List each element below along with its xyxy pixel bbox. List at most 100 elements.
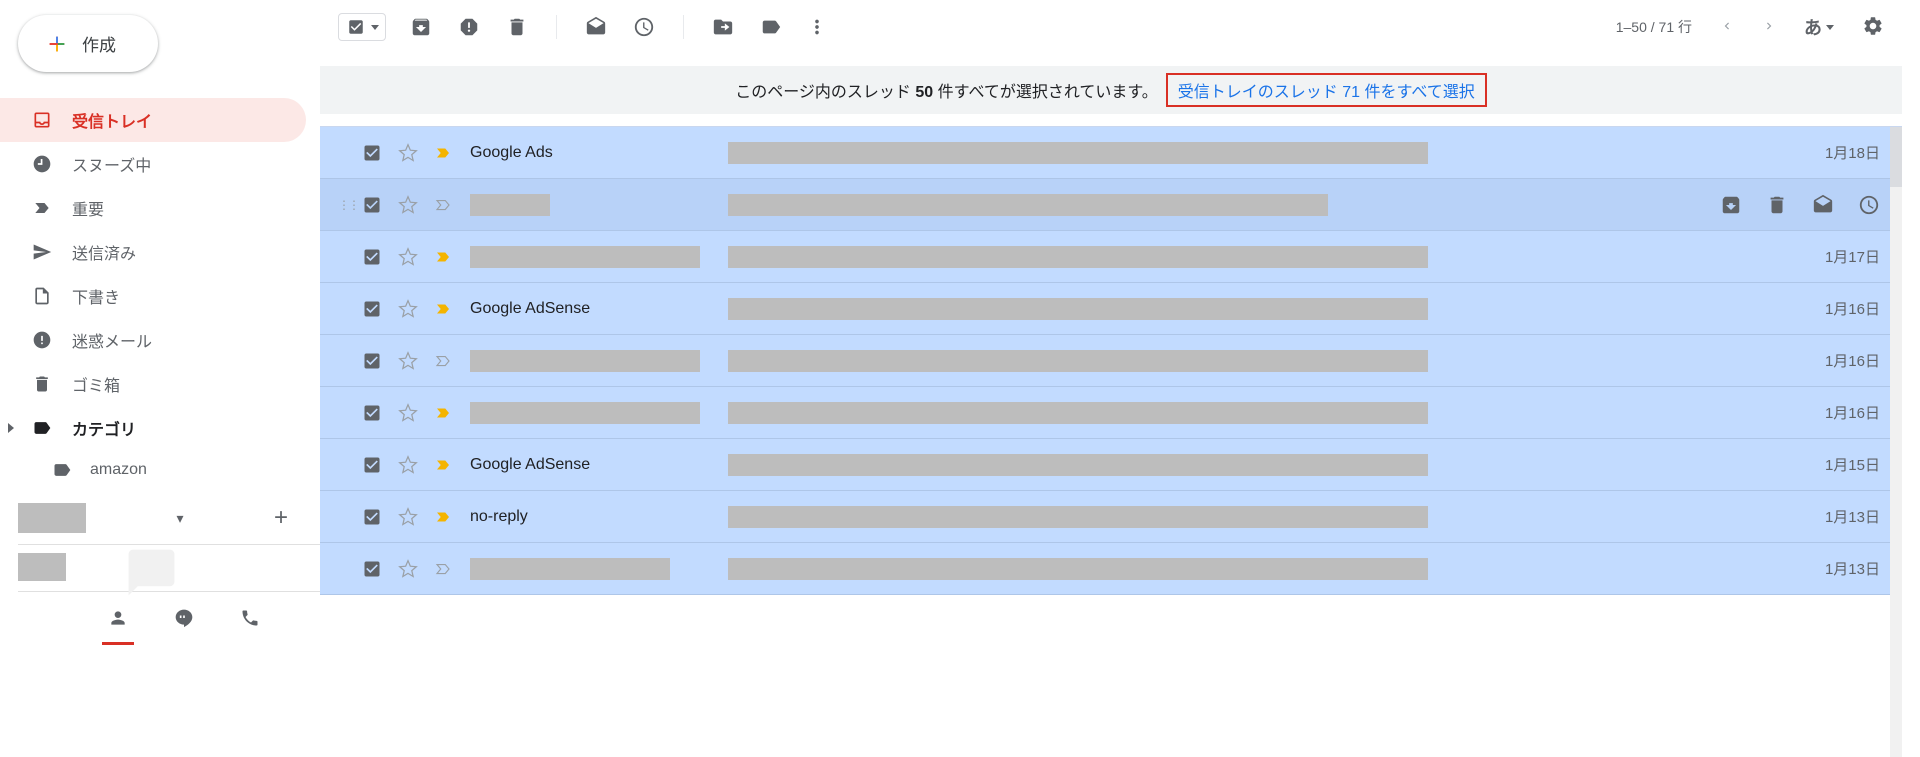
- select-all-dropdown[interactable]: [338, 13, 386, 41]
- new-chat-button[interactable]: +: [274, 504, 288, 532]
- importance-marker-icon[interactable]: [434, 404, 452, 422]
- mail-row[interactable]: ⋮⋮1月13日: [320, 543, 1902, 595]
- star-icon[interactable]: [398, 299, 418, 319]
- report-spam-icon[interactable]: [458, 16, 480, 38]
- spam-icon: [32, 330, 52, 350]
- drag-handle-icon[interactable]: ⋮⋮: [338, 198, 358, 212]
- importance-marker-icon[interactable]: [434, 248, 452, 266]
- input-tools-button[interactable]: あ: [1804, 14, 1834, 40]
- file-icon: [32, 286, 52, 306]
- star-icon[interactable]: [398, 351, 418, 371]
- prev-page-button[interactable]: [1720, 19, 1734, 36]
- star-icon[interactable]: [398, 559, 418, 579]
- star-icon[interactable]: [398, 403, 418, 423]
- mail-row[interactable]: ⋮⋮1月16日: [320, 387, 1902, 439]
- archive-icon[interactable]: [410, 16, 432, 38]
- subject-redacted: [728, 350, 1790, 372]
- toolbar: 1–50 / 71 行 あ: [320, 0, 1902, 54]
- mail-date: 1月16日: [1790, 298, 1880, 319]
- importance-marker-icon[interactable]: [434, 508, 452, 526]
- importance-marker-icon[interactable]: [434, 560, 452, 578]
- caret-down-icon: [371, 25, 379, 30]
- star-icon[interactable]: [398, 455, 418, 475]
- hangouts-contacts-tab[interactable]: [108, 608, 128, 631]
- move-to-icon[interactable]: [712, 16, 734, 38]
- caret-down-icon: [1826, 25, 1834, 30]
- checkbox-checked-icon[interactable]: [362, 507, 382, 527]
- checkbox-checked-icon[interactable]: [362, 559, 382, 579]
- next-page-button[interactable]: [1762, 19, 1776, 36]
- checkbox-checked-icon[interactable]: [362, 247, 382, 267]
- star-icon[interactable]: [398, 143, 418, 163]
- mail-row[interactable]: ⋮⋮Google Ads1月18日: [320, 127, 1902, 179]
- plus-icon: [46, 33, 68, 55]
- sidebar-item-trash[interactable]: ゴミ箱: [0, 362, 306, 406]
- importance-marker-icon[interactable]: [434, 300, 452, 318]
- checkbox-checked-icon[interactable]: [362, 455, 382, 475]
- snooze-icon[interactable]: [1858, 194, 1880, 216]
- star-icon[interactable]: [398, 195, 418, 215]
- compose-button[interactable]: 作成: [18, 15, 158, 72]
- star-icon[interactable]: [398, 507, 418, 527]
- mail-row[interactable]: ⋮⋮: [320, 179, 1902, 231]
- hangouts-calls-tab[interactable]: [240, 608, 260, 631]
- more-icon[interactable]: [806, 16, 828, 38]
- send-icon: [32, 242, 52, 262]
- scrollbar[interactable]: [1890, 127, 1902, 757]
- chevron-down-icon[interactable]: ▾: [176, 510, 183, 527]
- sender: Google Ads: [470, 144, 728, 162]
- sender-redacted: [470, 402, 728, 424]
- mail-date: 1月16日: [1790, 402, 1880, 423]
- importance-marker-icon[interactable]: [434, 456, 452, 474]
- sidebar-item-spam[interactable]: 迷惑メール: [0, 318, 306, 362]
- select-all-conversations-link[interactable]: 受信トレイのスレッド 71 件をすべて選択: [1166, 73, 1487, 107]
- mail-date: 1月15日: [1790, 454, 1880, 475]
- sidebar-item-inbox[interactable]: 受信トレイ: [0, 98, 306, 142]
- mail-row[interactable]: ⋮⋮1月17日: [320, 231, 1902, 283]
- star-icon[interactable]: [398, 247, 418, 267]
- importance-marker-icon[interactable]: [434, 144, 452, 162]
- subject-redacted: [728, 402, 1790, 424]
- sidebar-item-important[interactable]: 重要: [0, 186, 306, 230]
- labels-icon[interactable]: [760, 16, 782, 38]
- checkbox-checked-icon[interactable]: [362, 351, 382, 371]
- sidebar-item-label-amazon[interactable]: amazon: [0, 450, 306, 490]
- sender: Google AdSense: [470, 300, 728, 318]
- mail-row[interactable]: ⋮⋮no-reply1月13日: [320, 491, 1902, 543]
- importance-marker-icon[interactable]: [434, 352, 452, 370]
- mark-read-icon[interactable]: [585, 16, 607, 38]
- mail-row[interactable]: ⋮⋮Google AdSense1月16日: [320, 283, 1902, 335]
- sidebar-item-label: 受信トレイ: [72, 108, 152, 132]
- selection-banner: このページ内のスレッド 50 件すべてが選択されています。 受信トレイのスレッド…: [320, 66, 1902, 114]
- hangouts-chats-tab[interactable]: [174, 608, 194, 631]
- importance-marker-icon[interactable]: [434, 196, 452, 214]
- clock-icon: [32, 154, 52, 174]
- sidebar-item-sent[interactable]: 送信済み: [0, 230, 306, 274]
- sidebar-item-drafts[interactable]: 下書き: [0, 274, 306, 318]
- chat-item-redacted: [18, 553, 66, 581]
- checkbox-checked-icon[interactable]: [362, 299, 382, 319]
- sender-redacted: [470, 350, 728, 372]
- mail-row[interactable]: ⋮⋮1月16日: [320, 335, 1902, 387]
- phone-icon: [240, 608, 260, 628]
- settings-button[interactable]: [1862, 15, 1884, 40]
- sender: Google AdSense: [470, 456, 728, 474]
- checkbox-checked-icon[interactable]: [362, 143, 382, 163]
- checkbox-checked-icon[interactable]: [362, 403, 382, 423]
- delete-icon[interactable]: [506, 16, 528, 38]
- sidebar-item-snoozed[interactable]: スヌーズ中: [0, 142, 306, 186]
- mail-date: 1月13日: [1790, 506, 1880, 527]
- mark-read-icon[interactable]: [1812, 194, 1834, 216]
- subject-redacted: [728, 506, 1790, 528]
- sidebar-item-categories[interactable]: カテゴリ: [0, 406, 306, 450]
- snooze-icon[interactable]: [633, 16, 655, 38]
- mail-row[interactable]: ⋮⋮Google AdSense1月15日: [320, 439, 1902, 491]
- archive-icon[interactable]: [1720, 194, 1742, 216]
- sidebar-item-label: 重要: [72, 196, 104, 220]
- label-icon: [32, 418, 52, 438]
- sender-redacted: [470, 194, 728, 216]
- important-icon: [32, 198, 52, 218]
- checkbox-checked-icon[interactable]: [362, 195, 382, 215]
- sidebar-item-label: スヌーズ中: [72, 152, 151, 176]
- delete-icon[interactable]: [1766, 194, 1788, 216]
